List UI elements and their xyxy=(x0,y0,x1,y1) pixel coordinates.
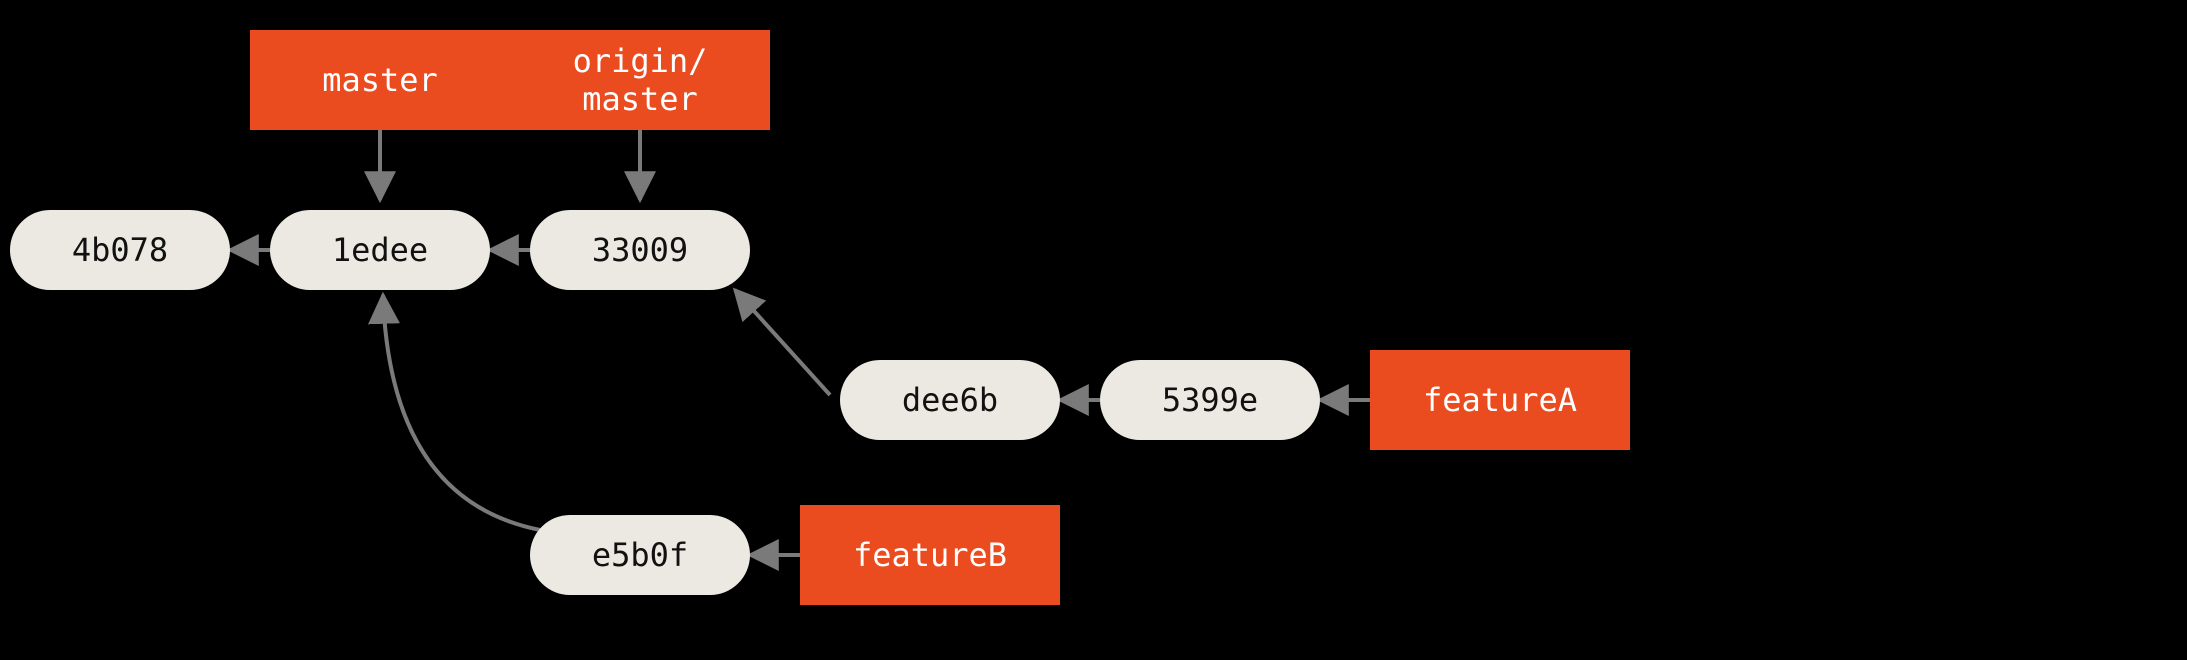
commit-4b078: 4b078 xyxy=(10,210,230,290)
branch-origin-master: origin/ master xyxy=(510,30,770,130)
branch-featureA-label: featureA xyxy=(1423,381,1577,419)
commit-e5b0f-hash: e5b0f xyxy=(592,536,688,574)
branch-featureB-label: featureB xyxy=(853,536,1007,574)
git-graph: { "commits": { "c1": "4b078", "c2": "1ed… xyxy=(0,0,2187,660)
edge-e5b0f-to-1edee xyxy=(383,295,540,530)
branch-master-label: master xyxy=(322,61,438,99)
branch-featureA: featureA xyxy=(1370,350,1630,450)
commit-dee6b: dee6b xyxy=(840,360,1060,440)
commit-5399e: 5399e xyxy=(1100,360,1320,440)
commit-e5b0f: e5b0f xyxy=(530,515,750,595)
commit-5399e-hash: 5399e xyxy=(1162,381,1258,419)
edge-dee6b-to-33009 xyxy=(735,290,830,395)
commit-dee6b-hash: dee6b xyxy=(902,381,998,419)
commit-4b078-hash: 4b078 xyxy=(72,231,168,269)
branch-featureB: featureB xyxy=(800,505,1060,605)
commit-1edee-hash: 1edee xyxy=(332,231,428,269)
branch-master: master xyxy=(250,30,510,130)
commit-33009-hash: 33009 xyxy=(592,231,688,269)
commit-33009: 33009 xyxy=(530,210,750,290)
commit-1edee: 1edee xyxy=(270,210,490,290)
branch-origin-master-label: origin/ master xyxy=(573,42,708,119)
